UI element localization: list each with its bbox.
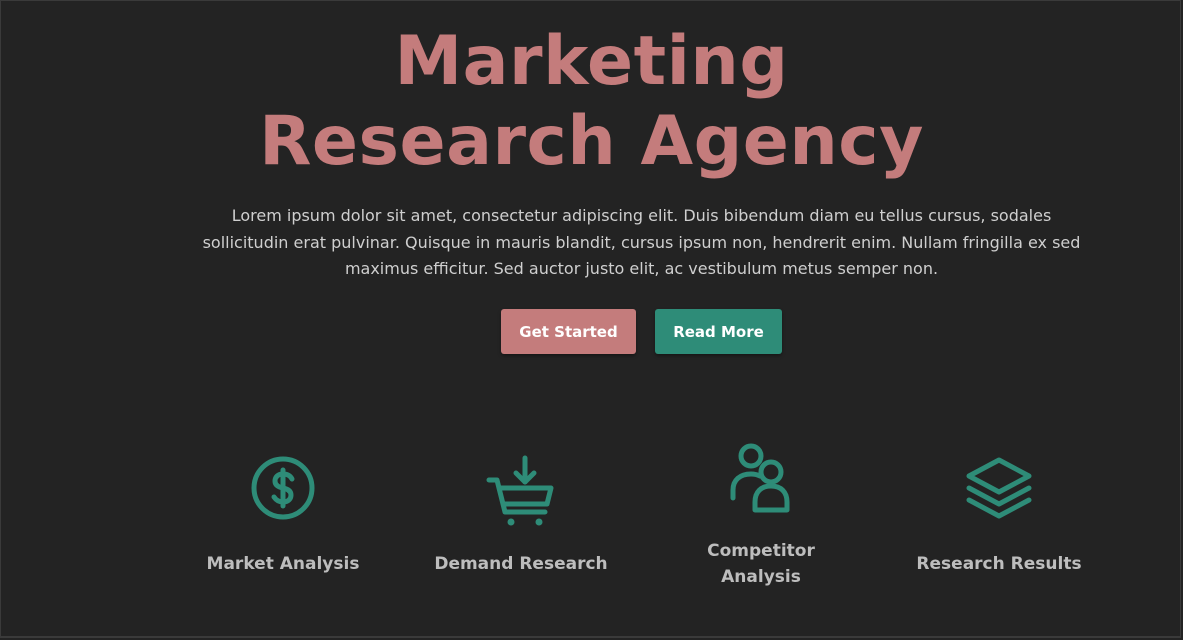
layers-icon bbox=[963, 448, 1035, 528]
get-started-button[interactable]: Get Started bbox=[501, 309, 636, 354]
dollar-circle-icon bbox=[247, 448, 319, 528]
feature-label: Competitor Analysis bbox=[651, 538, 871, 590]
feature-competitor-analysis: Competitor Analysis bbox=[651, 430, 871, 600]
hero-description: Lorem ipsum dolor sit amet, consectetur … bbox=[202, 206, 1081, 278]
feature-label: Market Analysis bbox=[206, 554, 360, 574]
feature-demand-research: Demand Research bbox=[411, 430, 631, 600]
feature-research-results: Research Results bbox=[889, 430, 1109, 600]
cart-download-icon bbox=[485, 448, 557, 528]
feature-label-line-1: Competitor bbox=[707, 541, 815, 561]
hero-title-line-1: Marketing bbox=[394, 22, 789, 101]
read-more-button[interactable]: Read More bbox=[655, 309, 782, 354]
feature-label: Demand Research bbox=[434, 554, 608, 574]
hero-title-line-2: Research Agency bbox=[259, 102, 924, 181]
feature-label-line-2: Analysis bbox=[721, 567, 801, 587]
users-icon bbox=[725, 440, 797, 520]
feature-label: Research Results bbox=[916, 554, 1082, 574]
feature-market-analysis: Market Analysis bbox=[173, 430, 393, 600]
hero-title: Marketing Research Agency bbox=[0, 22, 1183, 182]
